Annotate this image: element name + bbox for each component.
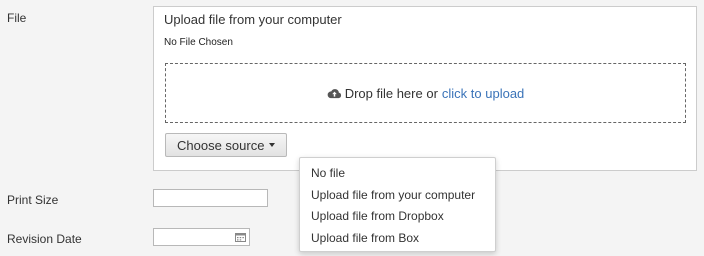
calendar-icon[interactable] <box>235 232 246 242</box>
menu-item-upload-box[interactable]: Upload file from Box <box>300 228 495 250</box>
drop-text: Drop file here or <box>344 85 438 101</box>
print-size-label: Print Size <box>7 193 59 207</box>
file-upload-panel: Upload file from your computer No File C… <box>153 6 697 171</box>
file-status: No File Chosen <box>164 37 233 48</box>
menu-item-upload-computer[interactable]: Upload file from your computer <box>300 185 495 207</box>
drop-zone[interactable]: Drop file here or click to upload <box>165 63 686 123</box>
revision-date-input[interactable] <box>153 228 250 246</box>
file-label: File <box>7 11 27 25</box>
menu-item-upload-dropbox[interactable]: Upload file from Dropbox <box>300 206 495 228</box>
cloud-upload-icon <box>327 89 341 99</box>
choose-source-button[interactable]: Choose source <box>165 133 288 157</box>
print-size-input[interactable] <box>153 189 268 207</box>
click-to-upload-link[interactable]: click to upload <box>442 86 524 101</box>
revision-date-label: Revision Date <box>7 232 82 246</box>
menu-item-no-file[interactable]: No file <box>300 163 495 185</box>
choose-source-label: Choose source <box>177 137 265 153</box>
source-dropdown-menu: No file Upload file from your computer U… <box>299 157 496 252</box>
caret-down-icon <box>269 143 276 147</box>
upload-title: Upload file from your computer <box>164 12 342 27</box>
